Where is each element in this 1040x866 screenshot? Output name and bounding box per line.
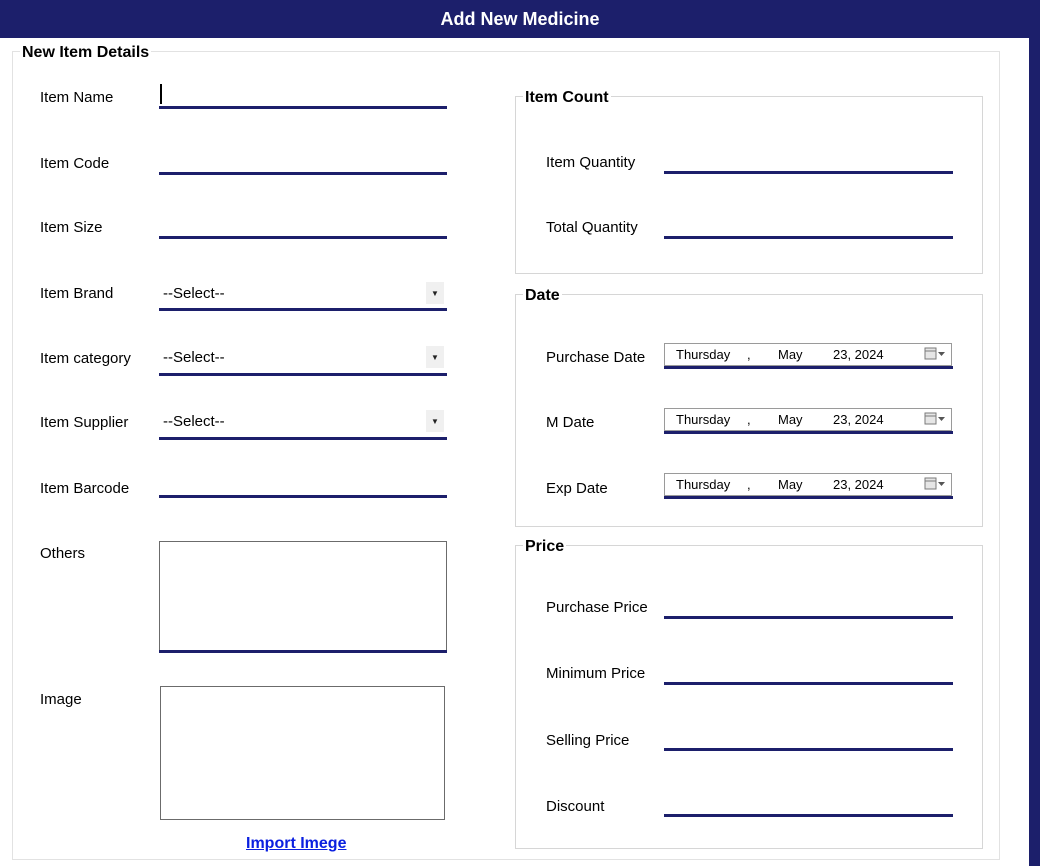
new-item-details-title: New Item Details xyxy=(20,44,152,62)
window-right-border xyxy=(1029,38,1040,866)
date-month: May xyxy=(778,412,803,427)
text-caret xyxy=(160,84,162,104)
date-day: Thursday xyxy=(676,347,731,362)
item-quantity-label: Item Quantity xyxy=(546,154,636,171)
item-category-value: --Select-- xyxy=(163,348,225,366)
chevron-down-icon[interactable]: ▼ xyxy=(426,346,444,368)
item-barcode-input[interactable] xyxy=(159,495,447,498)
item-code-label: Item Code xyxy=(40,155,110,172)
exp-date-picker[interactable]: Thursday , May 23, 2024 xyxy=(664,473,952,496)
item-barcode-label: Item Barcode xyxy=(40,480,130,497)
date-day: Thursday xyxy=(676,412,731,427)
item-category-select[interactable]: --Select-- xyxy=(159,346,447,368)
m-date-label: M Date xyxy=(546,414,595,431)
image-preview-box xyxy=(160,686,445,820)
item-brand-underline xyxy=(159,308,447,311)
item-category-label: Item category xyxy=(40,350,131,367)
purchase-date-picker[interactable]: Thursday , May 23, 2024 xyxy=(664,343,952,366)
date-month: May xyxy=(778,477,803,492)
purchase-price-input[interactable] xyxy=(664,616,953,619)
item-brand-value: --Select-- xyxy=(163,284,225,302)
date-month: May xyxy=(778,347,803,362)
chevron-down-icon[interactable]: ▼ xyxy=(426,410,444,432)
item-name-label: Item Name xyxy=(40,89,114,106)
date-sep: , xyxy=(747,347,751,362)
purchase-date-underline xyxy=(664,366,953,369)
item-name-input[interactable] xyxy=(159,106,447,109)
selling-price-label: Selling Price xyxy=(546,732,630,749)
purchase-date-label: Purchase Date xyxy=(546,349,646,366)
date-daynum-year: 23, 2024 xyxy=(833,477,884,492)
others-underline xyxy=(159,650,447,653)
m-date-picker[interactable]: Thursday , May 23, 2024 xyxy=(664,408,952,431)
m-date-underline xyxy=(664,431,953,434)
others-textarea[interactable] xyxy=(159,541,447,651)
item-brand-label: Item Brand xyxy=(40,285,114,302)
exp-date-underline xyxy=(664,496,953,499)
image-label: Image xyxy=(40,691,82,708)
date-day: Thursday xyxy=(676,477,731,492)
item-code-input[interactable] xyxy=(159,172,447,175)
calendar-icon[interactable] xyxy=(924,347,946,361)
price-title: Price xyxy=(523,538,567,556)
window-title: Add New Medicine xyxy=(0,0,1040,38)
minimum-price-label: Minimum Price xyxy=(546,665,646,682)
date-title: Date xyxy=(523,287,562,305)
calendar-icon[interactable] xyxy=(924,477,946,491)
chevron-down-icon[interactable]: ▼ xyxy=(426,282,444,304)
total-quantity-label: Total Quantity xyxy=(546,219,638,236)
item-supplier-value: --Select-- xyxy=(163,412,225,430)
calendar-icon[interactable] xyxy=(924,412,946,426)
date-daynum-year: 23, 2024 xyxy=(833,412,884,427)
minimum-price-input[interactable] xyxy=(664,682,953,685)
others-label: Others xyxy=(40,545,86,562)
exp-date-label: Exp Date xyxy=(546,480,608,497)
item-supplier-select[interactable]: --Select-- xyxy=(159,410,447,432)
date-sep: , xyxy=(747,412,751,427)
item-count-title: Item Count xyxy=(523,89,611,107)
total-quantity-input[interactable] xyxy=(664,236,953,239)
item-brand-select[interactable]: --Select-- xyxy=(159,282,447,304)
item-size-input[interactable] xyxy=(159,236,447,239)
item-size-label: Item Size xyxy=(40,219,103,236)
discount-input[interactable] xyxy=(664,814,953,817)
date-daynum-year: 23, 2024 xyxy=(833,347,884,362)
item-supplier-underline xyxy=(159,437,447,440)
selling-price-input[interactable] xyxy=(664,748,953,751)
item-quantity-input[interactable] xyxy=(664,171,953,174)
discount-label: Discount xyxy=(546,798,605,815)
item-count-group xyxy=(515,96,983,274)
date-sep: , xyxy=(747,477,751,492)
item-supplier-label: Item Supplier xyxy=(40,414,129,431)
item-category-underline xyxy=(159,373,447,376)
purchase-price-label: Purchase Price xyxy=(546,599,648,616)
import-image-link[interactable]: Import Imege xyxy=(246,835,346,853)
